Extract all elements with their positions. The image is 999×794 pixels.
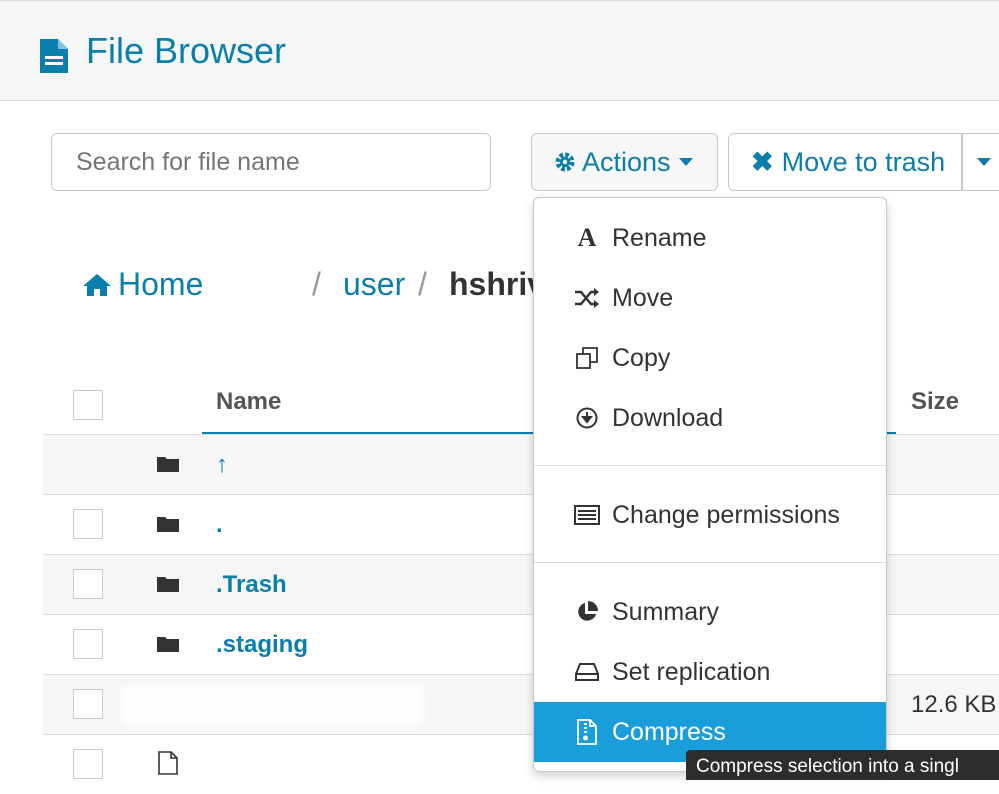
download-icon [574, 405, 600, 431]
folder-icon [157, 457, 179, 472]
home-icon [83, 273, 111, 296]
actions-button[interactable]: Actions [531, 133, 718, 191]
row-checkbox[interactable] [73, 629, 103, 659]
list-icon [574, 502, 600, 528]
close-icon: ✖ [751, 146, 774, 177]
breadcrumb-home[interactable]: Home [82, 266, 203, 303]
menu-item-label: Summary [612, 597, 719, 626]
chevron-down-icon [678, 158, 693, 166]
random-icon [574, 285, 600, 311]
row-checkbox[interactable] [73, 689, 103, 719]
column-name[interactable]: Name [216, 388, 281, 416]
menu-item-label: Move [612, 283, 674, 312]
redacted-area [123, 685, 423, 725]
breadcrumb-separator: / [418, 266, 427, 302]
breadcrumb-separator: / [312, 266, 321, 302]
top-bar: File Browser [0, 0, 999, 101]
gear-icon [555, 152, 575, 172]
folder-icon [157, 637, 179, 652]
trash-options-button[interactable] [962, 133, 999, 191]
menu-item-label: Rename [612, 223, 707, 252]
file-name[interactable]: .Trash [216, 571, 287, 599]
menu-item-summary[interactable]: Summary [534, 582, 886, 642]
hdd-icon [574, 659, 600, 685]
menu-item-change-permissions[interactable]: Change permissions [534, 485, 886, 545]
row-checkbox[interactable] [73, 569, 103, 599]
file-name[interactable]: .staging [216, 631, 308, 659]
menu-divider [534, 465, 886, 466]
select-all-checkbox[interactable] [73, 390, 103, 420]
menu-item-label: Copy [612, 343, 671, 372]
file-text-icon [40, 39, 68, 73]
font-icon: A [577, 223, 597, 252]
file-size: 12.6 KB [911, 691, 997, 718]
pie-chart-icon [574, 599, 600, 625]
menu-item-copy[interactable]: Copy [534, 328, 886, 388]
menu-item-move[interactable]: Move [534, 268, 886, 328]
move-to-trash-label: Move to trash [781, 146, 946, 177]
chevron-down-icon [977, 158, 991, 166]
column-size[interactable]: Size [911, 388, 959, 416]
menu-item-label: Change permissions [612, 500, 840, 529]
breadcrumb-current: hshriv [449, 266, 546, 302]
folder-icon [157, 517, 179, 532]
menu-item-label: Set replication [612, 657, 771, 686]
breadcrumb-home-label: Home [118, 266, 204, 302]
row-checkbox[interactable] [73, 509, 103, 539]
actions-label: Actions [582, 146, 671, 177]
file-name[interactable]: ↑ [216, 451, 228, 479]
file-icon [158, 751, 178, 775]
move-to-trash-button[interactable]: ✖ Move to trash [728, 133, 962, 191]
page-title: File Browser [86, 30, 287, 71]
menu-divider [534, 562, 886, 563]
menu-item-rename[interactable]: A Rename [534, 208, 886, 268]
menu-item-set-replication[interactable]: Set replication [534, 642, 886, 702]
search-input[interactable] [51, 133, 491, 191]
folder-icon [157, 577, 179, 592]
file-name[interactable]: . [216, 511, 223, 539]
row-checkbox[interactable] [73, 749, 103, 779]
file-zip-icon [574, 719, 600, 745]
menu-item-label: Download [612, 403, 724, 432]
menu-item-download[interactable]: Download [534, 388, 886, 448]
breadcrumb-user[interactable]: user [343, 266, 405, 303]
actions-menu: A Rename Move Copy Download Change permi… [533, 197, 887, 772]
copy-icon [574, 345, 600, 371]
menu-item-label: Compress [612, 717, 726, 746]
